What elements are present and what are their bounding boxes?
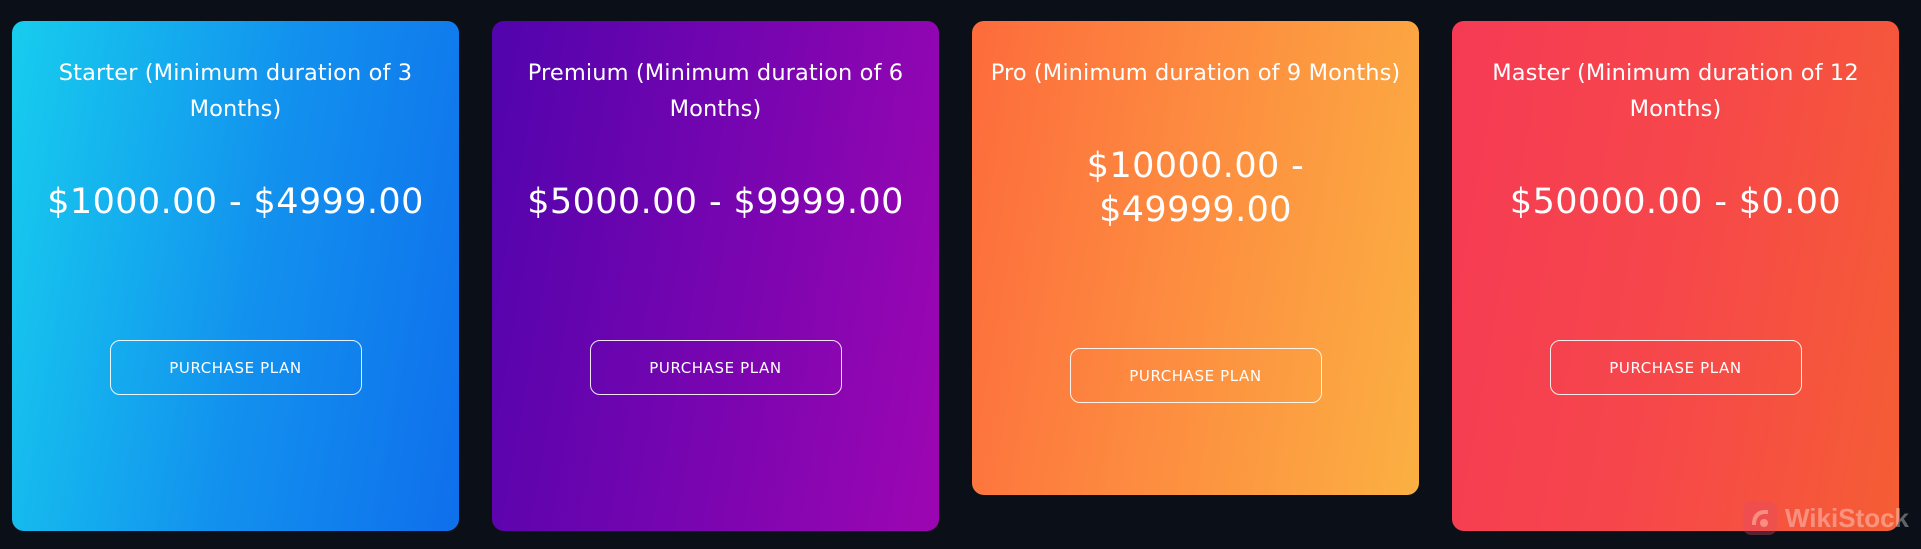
plan-price: $10000.00 - $49999.00 [1086, 146, 1305, 230]
purchase-plan-button[interactable]: PURCHASE PLAN [589, 340, 842, 395]
plan-card-premium: Premium (Minimum duration of 6 Months) $… [492, 21, 939, 531]
plan-card-pro: Pro (Minimum duration of 9 Months) $1000… [972, 21, 1419, 495]
purchase-plan-button[interactable]: PURCHASE PLAN [109, 340, 362, 395]
plan-card-starter: Starter (Minimum duration of 3 Months) $… [12, 21, 459, 531]
plan-title: Starter (Minimum duration of 3 Months) [58, 60, 413, 122]
plan-card-master: Master (Minimum duration of 12 Months) $… [1452, 21, 1899, 531]
wikistock-logo-icon [1742, 501, 1777, 535]
plan-price: $1000.00 - $4999.00 [47, 182, 424, 222]
plan-title: Pro (Minimum duration of 9 Months) [990, 60, 1401, 86]
plan-price: $50000.00 - $0.00 [1509, 182, 1842, 222]
purchase-plan-button[interactable]: PURCHASE PLAN [1069, 348, 1322, 403]
plan-title: Master (Minimum duration of 12 Months) [1492, 60, 1859, 122]
watermark: WikiStock [1742, 501, 1909, 535]
plan-title: Premium (Minimum duration of 6 Months) [527, 60, 904, 122]
plan-price: $5000.00 - $9999.00 [527, 182, 904, 222]
watermark-text: WikiStock [1784, 502, 1909, 533]
purchase-plan-button[interactable]: PURCHASE PLAN [1549, 340, 1802, 395]
